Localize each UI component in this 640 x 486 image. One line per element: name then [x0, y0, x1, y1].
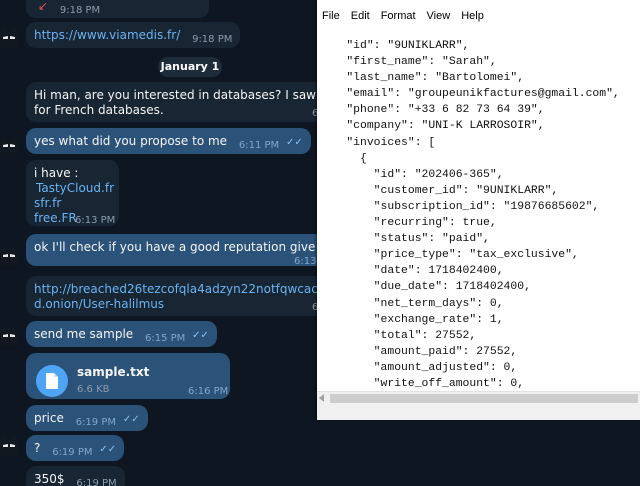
message-text: for French databases.: [34, 103, 164, 117]
message-text: price: [34, 411, 64, 425]
file-size: 6.6 KB: [77, 384, 110, 395]
menu-help[interactable]: Help: [461, 10, 484, 22]
scroll-left-icon[interactable]: [319, 394, 324, 402]
batman-avatar-icon: [0, 244, 17, 266]
message-link[interactable]: d.onion/User-halilmus: [34, 297, 318, 312]
message-bubble[interactable]: Hi man, are you interested in databases?…: [26, 82, 326, 122]
menu-file[interactable]: File: [322, 10, 340, 22]
file-name[interactable]: sample.txt: [77, 365, 149, 380]
notepad-line: "invoices": [: [319, 136, 436, 149]
notepad-line: "company": "UNI-K LARROSOIR",: [319, 120, 545, 133]
message-time: 9:18 PM: [59, 5, 101, 16]
notepad-window: File Edit Format View Help "id": "9UNIKL…: [317, 0, 640, 420]
read-check-icon: ✓✓: [192, 330, 209, 341]
message-time: 6:11 PM: [238, 140, 280, 151]
notepad-line: "amount_adjusted": 0,: [319, 361, 518, 374]
notepad-line: "email": "groupeunikfactures@gmail.com",: [319, 88, 620, 101]
batman-avatar-icon: [0, 26, 17, 48]
scrollbar-thumb[interactable]: [330, 394, 638, 403]
document-icon: [46, 373, 58, 389]
message-bubble[interactable]: price 6:19 PM ✓✓: [26, 405, 148, 431]
batman-avatar-icon: [0, 434, 17, 456]
notepad-line: "first_name": "Sarah",: [319, 56, 497, 69]
message-link[interactable]: sfr.fr: [34, 196, 111, 211]
notepad-line: {: [319, 152, 367, 165]
message-time: 6:19 PM: [76, 478, 117, 486]
message-bubble[interactable]: http://breached26tezcofqla4adzyn22notfqw…: [26, 276, 326, 316]
message-link[interactable]: http://breached26tezcofqla4adzyn22notfqw…: [34, 282, 326, 297]
menu-format[interactable]: Format: [381, 10, 416, 22]
status-bar: [317, 404, 640, 420]
notepad-line: "id": "9UNIKLARR",: [319, 40, 470, 52]
message-link[interactable]: https://www.viamedis.fr/: [34, 28, 180, 42]
file-icon[interactable]: [36, 365, 68, 397]
notepad-line: "amount_paid": 27552,: [319, 345, 518, 358]
notepad-line: "price_type": "tax_exclusive",: [319, 249, 579, 262]
message-text: yes what did you propose to me: [34, 134, 228, 148]
message-text: ?: [34, 441, 41, 455]
message-time: 6:19 PM: [52, 447, 93, 458]
notepad-line: "total": 27552,: [319, 329, 477, 342]
message-bubble[interactable]: ok I'll check if you have a good reputat…: [26, 234, 326, 266]
notepad-line: "date": 1718402400,: [319, 265, 504, 278]
notepad-menu-bar: File Edit Format View Help: [317, 5, 640, 27]
message-time: 6:16 PM: [188, 386, 229, 397]
message-text: Hi man, are you interested in databases?…: [34, 88, 326, 102]
notepad-text-area[interactable]: "id": "9UNIKLARR", "first_name": "Sarah"…: [317, 27, 640, 391]
notepad-line: "id": "202406-365",: [319, 168, 504, 181]
avatar[interactable]: [0, 242, 20, 266]
notepad-line: "recurring": true,: [319, 217, 497, 230]
call-icon: ✆: [182, 0, 193, 1]
avatar[interactable]: [0, 24, 20, 48]
notepad-line: "net_term_days": 0,: [319, 297, 504, 310]
notepad-line: "write_off_amount": 0,: [319, 377, 525, 390]
message-text: 350$: [34, 472, 65, 486]
message-bubble[interactable]: 350$ 6:19 PM: [26, 466, 125, 486]
horizontal-scrollbar[interactable]: [317, 391, 640, 404]
menu-view[interactable]: View: [427, 10, 451, 22]
message-time: 6:13 PM: [75, 215, 116, 226]
batman-avatar-icon: [0, 134, 17, 156]
message-text: send me sample: [34, 327, 134, 341]
avatar[interactable]: [0, 432, 20, 456]
notepad-line: "phone": "+33 6 82 73 64 39",: [319, 104, 545, 117]
read-check-icon: ✓✓: [122, 414, 140, 425]
message-bubble[interactable]: https://www.viamedis.fr/ 9:18 PM: [26, 22, 241, 48]
message-bubble[interactable]: send me sample 6:15 PM ✓✓: [26, 321, 217, 347]
message-time: 9:18 PM: [192, 34, 233, 45]
notepad-line: "subscription_id": "19876685602",: [319, 200, 600, 213]
avatar[interactable]: [0, 132, 20, 156]
message-bubble[interactable]: i have : TastyCloud.fr sfr.fr free.FR 6:…: [26, 160, 119, 226]
notepad-line: "status": "paid",: [319, 233, 490, 246]
message-bubble[interactable]: yes what did you propose to me 6:11 PM ✓…: [26, 128, 311, 154]
date-separator: January 1: [158, 57, 222, 77]
notepad-line: "last_name": "Bartolomei",: [319, 72, 525, 85]
read-check-icon: ✓✓: [286, 137, 303, 148]
message-text: ok I'll check if you have a good reputat…: [34, 240, 326, 254]
notepad-title-bar[interactable]: [317, 0, 640, 5]
read-check-icon: ✓✓: [99, 444, 117, 455]
message-time: 6:13: [294, 256, 317, 266]
message-text: i have :: [34, 166, 79, 180]
menu-edit[interactable]: Edit: [351, 10, 370, 22]
notepad-line: "due_date": 1718402400,: [319, 281, 531, 294]
message-time: 6:19 PM: [75, 417, 116, 428]
batman-avatar-icon: [0, 324, 17, 346]
message-bubble[interactable]: ↙ 9:18 PM ✆: [26, 0, 209, 18]
file-message[interactable]: sample.txt 6.6 KB 6:16 PM: [26, 353, 230, 399]
reply-arrow-icon: ↙: [38, 0, 49, 13]
message-bubble[interactable]: ? 6:19 PM ✓✓: [26, 435, 125, 461]
message-link[interactable]: TastyCloud.fr: [36, 181, 114, 196]
avatar[interactable]: [0, 322, 20, 346]
notepad-content: "id": "9UNIKLARR", "first_name": "Sarah"…: [319, 38, 620, 391]
message-time: 6:15 PM: [145, 333, 186, 344]
notepad-line: "customer_id": "9UNIKLARR",: [319, 184, 559, 197]
notepad-line: "exchange_rate": 1,: [319, 313, 504, 326]
